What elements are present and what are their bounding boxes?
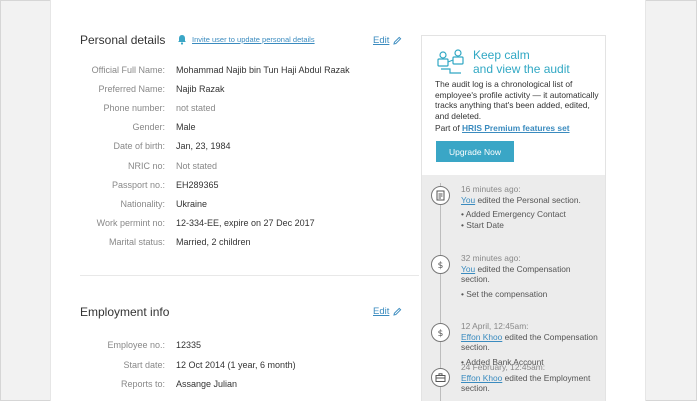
field-row: Date of birth: Jan, 23, 1984	[80, 141, 410, 155]
field-label: Start date:	[123, 359, 165, 370]
timeline-entry: 16 minutes ago: You edited the Personal s…	[461, 184, 601, 230]
premium-features-link[interactable]: HRIS Premium features set	[462, 123, 570, 133]
entry-description: Effon Khoo edited the Employment section…	[461, 373, 601, 394]
field-value: 12335	[176, 340, 202, 350]
field-label: Nationality:	[120, 198, 165, 209]
field-value: Jan, 23, 1984	[176, 141, 231, 152]
field-value: Male	[176, 122, 196, 133]
field-row: Gender: Male	[80, 122, 410, 136]
entry-time: 32 minutes ago:	[461, 253, 521, 263]
personal-edit-button[interactable]: Edit	[373, 35, 402, 46]
field-label: Gender:	[132, 122, 165, 133]
upgrade-now-button[interactable]: Upgrade Now	[436, 141, 514, 162]
field-label: Reports to:	[120, 379, 165, 389]
section-divider	[80, 275, 419, 276]
pencil-icon	[393, 307, 402, 316]
field-value: Married, 2 children	[176, 236, 251, 247]
field-row: NRIC no: Not stated	[80, 161, 410, 175]
briefcase-icon	[431, 368, 450, 387]
dollar-icon: $	[431, 323, 450, 342]
field-row: Start date: 12 Oct 2014 (1 year, 6 month)	[80, 360, 410, 374]
entry-description: You edited the Personal section.	[461, 195, 601, 206]
svg-text:$: $	[438, 329, 444, 338]
personal-edit-label: Edit	[373, 35, 390, 46]
document-icon	[431, 186, 450, 205]
timeline-entry: 12 April, 12:45am: Effon Khoo edited the …	[461, 321, 601, 367]
field-row: Marital status: Married, 2 children	[80, 237, 410, 251]
entry-changes: Set the compensation	[461, 289, 601, 300]
promo-title-line2: and view the audit	[473, 62, 570, 76]
field-row: Phone number: not stated	[80, 103, 410, 117]
personal-details-title: Personal details	[80, 33, 166, 47]
employment-edit-label: Edit	[373, 306, 390, 317]
entry-time: 24 February, 12:45am:	[461, 362, 546, 372]
field-value: Assange Julian	[176, 379, 238, 389]
promo-part-of-prefix: Part of	[435, 123, 460, 133]
field-row: Work permint no: 12-334-EE, expire on 27 …	[80, 218, 410, 232]
audit-promo: Keep calm and view the audit The audit l…	[422, 36, 605, 175]
field-label: Official Full Name:	[91, 65, 165, 75]
field-value: Ukraine	[176, 198, 208, 209]
entry-author-link[interactable]: You	[461, 195, 475, 205]
field-row: Official Full Name: Mohammad Najib bin Tu…	[80, 65, 410, 79]
users-audit-icon	[437, 49, 464, 74]
employment-info-title: Employment info	[80, 305, 170, 319]
entry-change-item: Start Date	[461, 220, 601, 231]
field-label: Date of birth:	[113, 141, 165, 152]
field-row: Reports to: Assange Julian	[80, 379, 410, 393]
pencil-icon	[393, 36, 402, 45]
timeline-entry: 24 February, 12:45am: Effon Khoo edited t…	[461, 362, 601, 394]
entry-action: edited the Personal section.	[475, 194, 581, 205]
field-label: Preferred Name:	[98, 84, 165, 95]
entry-description: You edited the Compensation section.	[461, 264, 601, 285]
entry-author-link[interactable]: Effon Khoo	[461, 373, 502, 383]
entry-time: 16 minutes ago:	[461, 184, 521, 194]
entry-description: Effon Khoo edited the Compensation secti…	[461, 332, 601, 353]
field-value: Not stated	[176, 160, 218, 171]
entry-changes: Added Emergency ContactStart Date	[461, 209, 601, 230]
svg-text:$: $	[438, 261, 444, 270]
promo-title-line1: Keep calm	[473, 48, 530, 62]
field-row: Employee no.: 12335	[80, 340, 410, 354]
promo-title: Keep calm and view the audit	[473, 48, 570, 76]
bell-icon	[178, 35, 186, 45]
field-value: Mohammad Najib bin Tun Haji Abdul Razak	[176, 65, 350, 75]
employment-edit-button[interactable]: Edit	[373, 306, 402, 317]
field-label: Work permint no:	[96, 217, 165, 228]
invite-user-notice[interactable]: Invite user to update personal details	[177, 34, 315, 45]
audit-timeline: 16 minutes ago: You edited the Personal s…	[422, 175, 605, 401]
field-label: Employee no.:	[107, 340, 165, 350]
field-row: Nationality: Ukraine	[80, 199, 410, 213]
promo-part-of: Part of HRIS Premium features set	[435, 123, 570, 133]
entry-author-link[interactable]: You	[461, 264, 475, 274]
field-label: NRIC no:	[127, 160, 165, 171]
promo-description: The audit log is a chronological list of…	[435, 79, 599, 121]
entry-action: edited the Compensation section.	[461, 263, 571, 285]
timeline-entry: 32 minutes ago: You edited the Compensati…	[461, 253, 601, 299]
field-label: Phone number:	[103, 103, 165, 114]
entry-change-item: Set the compensation	[461, 289, 601, 300]
entry-time: 12 April, 12:45am:	[461, 321, 529, 331]
field-value: Najib Razak	[176, 84, 225, 95]
field-value: 12 Oct 2014 (1 year, 6 month)	[176, 359, 296, 370]
audit-panel: Keep calm and view the audit The audit l…	[421, 35, 606, 401]
invite-user-link[interactable]: Invite user to update personal details	[192, 35, 315, 44]
field-value: not stated	[176, 103, 216, 114]
field-label: Passport no.:	[111, 179, 165, 190]
entry-author-link[interactable]: Effon Khoo	[461, 332, 502, 342]
dollar-icon: $	[431, 255, 450, 274]
field-value: 12-334-EE, expire on 27 Dec 2017	[176, 217, 315, 228]
entry-change-item: Added Emergency Contact	[461, 209, 601, 220]
field-row: Passport no.: EH289365	[80, 180, 410, 194]
field-value: EH289365	[176, 179, 219, 190]
field-label: Marital status:	[108, 236, 165, 247]
field-row: Preferred Name: Najib Razak	[80, 84, 410, 98]
